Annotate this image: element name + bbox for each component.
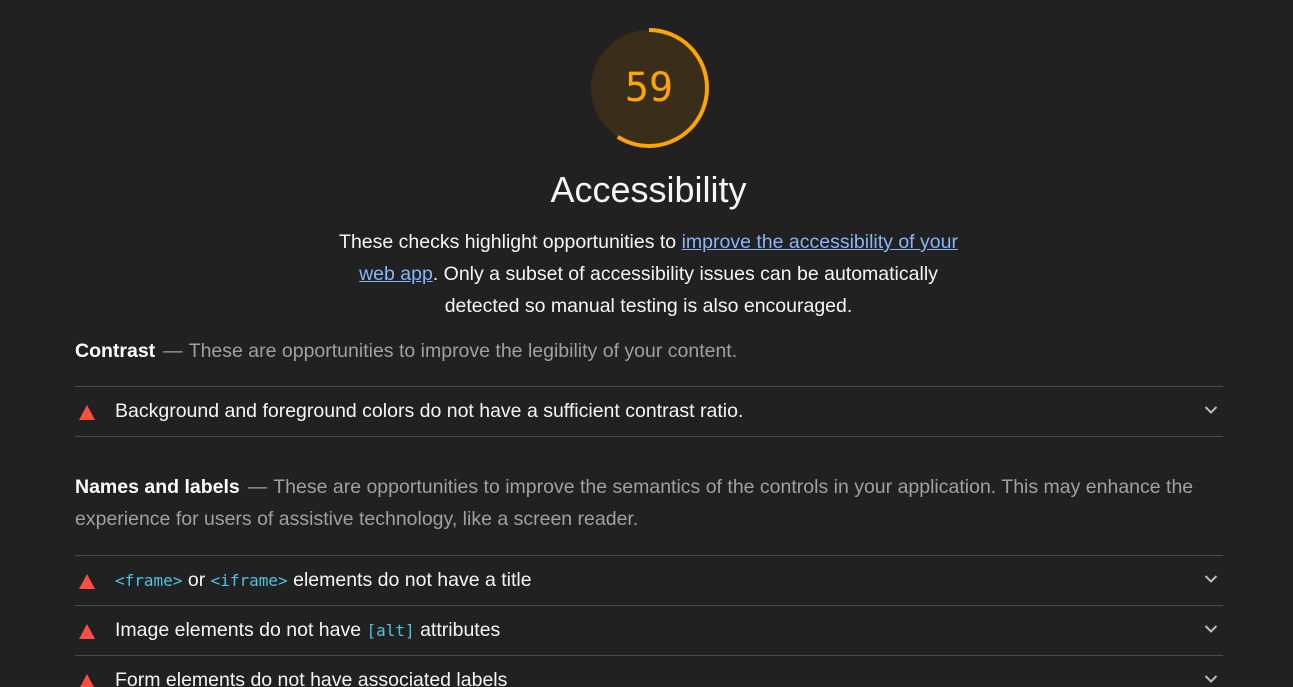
- code-snippet: <iframe>: [210, 571, 288, 590]
- audit-title: <frame> or <iframe> elements do not have…: [115, 556, 532, 605]
- audit-title: Background and foreground colors do not …: [115, 400, 744, 422]
- audit-title-text: attributes: [414, 619, 501, 641]
- group-title: Contrast: [75, 340, 156, 362]
- chevron-down-icon[interactable]: [1204, 574, 1218, 584]
- audit-frame-title[interactable]: <frame> or <iframe> elements do not have…: [75, 555, 1223, 604]
- code-snippet: <frame>: [115, 571, 183, 590]
- group-header-contrast: Contrast — These are opportunities to impr…: [75, 335, 1195, 367]
- fail-triangle-icon: [79, 574, 95, 589]
- lighthouse-report: 59 Accessibility These checks highlight …: [0, 0, 1293, 687]
- audit-form-labels[interactable]: Form elements do not have associated lab…: [75, 655, 1223, 687]
- group-title: Names and labels: [75, 476, 240, 498]
- group-description: These are opportunities to improve the s…: [75, 476, 1194, 530]
- audit-color-contrast[interactable]: Background and foreground colors do not …: [75, 386, 1223, 437]
- category-title: Accessibility: [550, 169, 747, 210]
- group-separator: —: [163, 340, 183, 362]
- category-description: These checks highlight opportunities to …: [320, 226, 977, 322]
- description-text-after: . Only a subset of accessibility issues …: [432, 263, 938, 317]
- audit-title-text: elements do not have a title: [287, 569, 532, 591]
- audit-image-alt[interactable]: Image elements do not have [alt] attribu…: [75, 605, 1223, 654]
- audit-title: Image elements do not have [alt] attribu…: [115, 606, 500, 655]
- fail-triangle-icon: [79, 624, 95, 639]
- chevron-down-icon[interactable]: [1204, 624, 1218, 634]
- fail-triangle-icon: [79, 674, 95, 687]
- audit-title: Form elements do not have associated lab…: [115, 669, 508, 687]
- group-description: These are opportunities to improve the l…: [188, 340, 738, 362]
- audit-title-text: or: [182, 569, 211, 591]
- audit-title-text: Image elements do not have: [115, 619, 367, 641]
- score-gauge[interactable]: 59: [589, 28, 709, 148]
- chevron-down-icon[interactable]: [1204, 405, 1218, 415]
- group-separator: —: [247, 476, 268, 498]
- score-value: 59: [624, 65, 674, 111]
- fail-triangle-icon: [79, 405, 95, 420]
- code-snippet: [alt]: [366, 621, 415, 640]
- group-header-names-labels: Names and labels — These are opportunities…: [75, 471, 1195, 535]
- description-text-before: These checks highlight opportunities to: [339, 231, 682, 253]
- chevron-down-icon[interactable]: [1204, 674, 1218, 684]
